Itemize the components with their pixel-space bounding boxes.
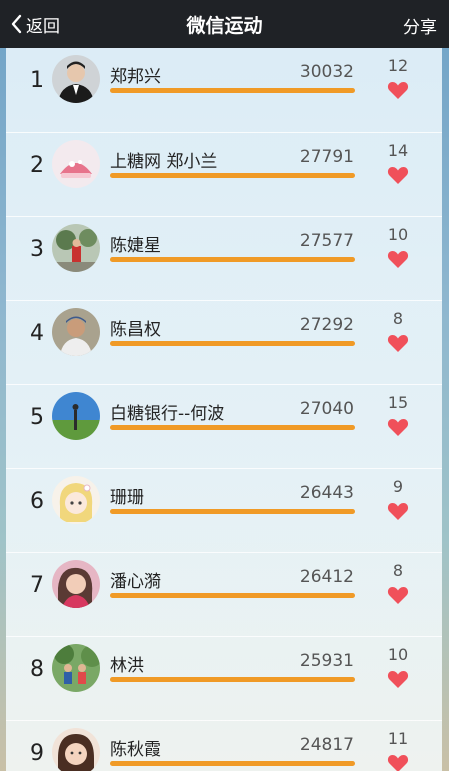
user-name: 陈昌权 <box>110 320 161 340</box>
like-count: 9 <box>392 477 404 496</box>
rank-number: 5 <box>30 405 44 430</box>
step-count: 27577 <box>299 231 354 251</box>
avatar[interactable] <box>52 308 100 356</box>
like-count: 10 <box>387 225 409 244</box>
rank-number: 8 <box>30 657 44 682</box>
avatar[interactable] <box>52 728 100 771</box>
rank-number: 9 <box>30 741 44 766</box>
step-count: 25931 <box>299 651 354 671</box>
progress-fill <box>110 593 355 598</box>
progress-fill <box>110 425 355 430</box>
user-name: 陈婕星 <box>110 236 161 256</box>
step-count: 27040 <box>299 399 354 419</box>
like-count: 10 <box>387 645 409 664</box>
user-name: 陈秋霞 <box>110 740 161 760</box>
step-count: 27292 <box>299 315 354 335</box>
avatar[interactable] <box>52 392 100 440</box>
step-count: 30032 <box>299 62 354 82</box>
ranking-row[interactable]: 7 潘心漪 26412 8 <box>6 552 442 637</box>
ranking-row[interactable]: 3 陈婕星 27577 10 <box>6 216 442 301</box>
user-name: 白糖银行--何波 <box>110 404 225 424</box>
ranking-row[interactable]: 5 白糖银行--何波 27040 15 <box>6 384 442 469</box>
heart-icon[interactable] <box>387 165 409 185</box>
avatar[interactable] <box>52 140 100 188</box>
avatar[interactable] <box>52 560 100 608</box>
avatar[interactable] <box>52 644 100 692</box>
heart-icon[interactable] <box>387 753 409 771</box>
ranking-row[interactable]: 2 上糖网 郑小兰 27791 14 <box>6 132 442 217</box>
ranking-row[interactable]: 8 林洪 25931 10 <box>6 636 442 721</box>
nav-bar: 返回 微信运动 分享 <box>0 0 449 48</box>
progress-fill <box>110 677 355 682</box>
like-count: 12 <box>387 56 409 75</box>
progress-fill <box>110 761 355 766</box>
user-name: 珊珊 <box>110 488 144 508</box>
avatar[interactable] <box>52 224 100 272</box>
user-name: 郑邦兴 <box>110 67 161 87</box>
ranking-list: 1 郑邦兴 30032 12 2 上糖网 郑小兰 27791 14 3 陈婕星 … <box>6 48 442 771</box>
heart-icon[interactable] <box>387 249 409 269</box>
progress-bar <box>110 341 355 346</box>
progress-bar <box>110 425 355 430</box>
progress-fill <box>110 88 355 93</box>
rank-number: 2 <box>30 153 44 178</box>
progress-bar <box>110 677 355 682</box>
like-count: 14 <box>387 141 409 160</box>
ranking-row[interactable]: 6 珊珊 26443 9 <box>6 468 442 553</box>
heart-icon[interactable] <box>387 333 409 353</box>
user-name: 潘心漪 <box>110 572 161 592</box>
like-count: 8 <box>392 309 404 328</box>
progress-bar <box>110 88 355 93</box>
ranking-row[interactable]: 4 陈昌权 27292 8 <box>6 300 442 385</box>
progress-bar <box>110 257 355 262</box>
heart-icon[interactable] <box>387 80 409 100</box>
heart-icon[interactable] <box>387 417 409 437</box>
progress-fill <box>110 257 355 262</box>
heart-icon[interactable] <box>387 501 409 521</box>
rank-number: 4 <box>30 321 44 346</box>
progress-bar <box>110 173 355 178</box>
step-count: 26412 <box>299 567 354 587</box>
like-count: 8 <box>392 561 404 580</box>
rank-number: 7 <box>30 573 44 598</box>
like-count: 11 <box>387 729 409 748</box>
avatar[interactable] <box>52 55 100 103</box>
rank-number: 1 <box>30 68 44 93</box>
progress-fill <box>110 173 355 178</box>
rank-number: 3 <box>30 237 44 262</box>
progress-bar <box>110 509 355 514</box>
share-button[interactable]: 分享 <box>403 13 437 38</box>
avatar[interactable] <box>52 476 100 524</box>
like-count: 15 <box>387 393 409 412</box>
ranking-row[interactable]: 9 陈秋霞 24817 11 <box>6 720 442 771</box>
heart-icon[interactable] <box>387 585 409 605</box>
progress-bar <box>110 593 355 598</box>
heart-icon[interactable] <box>387 669 409 689</box>
page-title: 微信运动 <box>186 15 263 37</box>
progress-fill <box>110 341 355 346</box>
rank-number: 6 <box>30 489 44 514</box>
step-count: 26443 <box>299 483 354 503</box>
user-name: 林洪 <box>110 656 144 676</box>
ranking-row[interactable]: 1 郑邦兴 30032 12 <box>6 48 442 132</box>
progress-fill <box>110 509 355 514</box>
user-name: 上糖网 郑小兰 <box>110 152 218 172</box>
step-count: 24817 <box>299 735 354 755</box>
progress-bar <box>110 761 355 766</box>
step-count: 27791 <box>299 147 354 167</box>
